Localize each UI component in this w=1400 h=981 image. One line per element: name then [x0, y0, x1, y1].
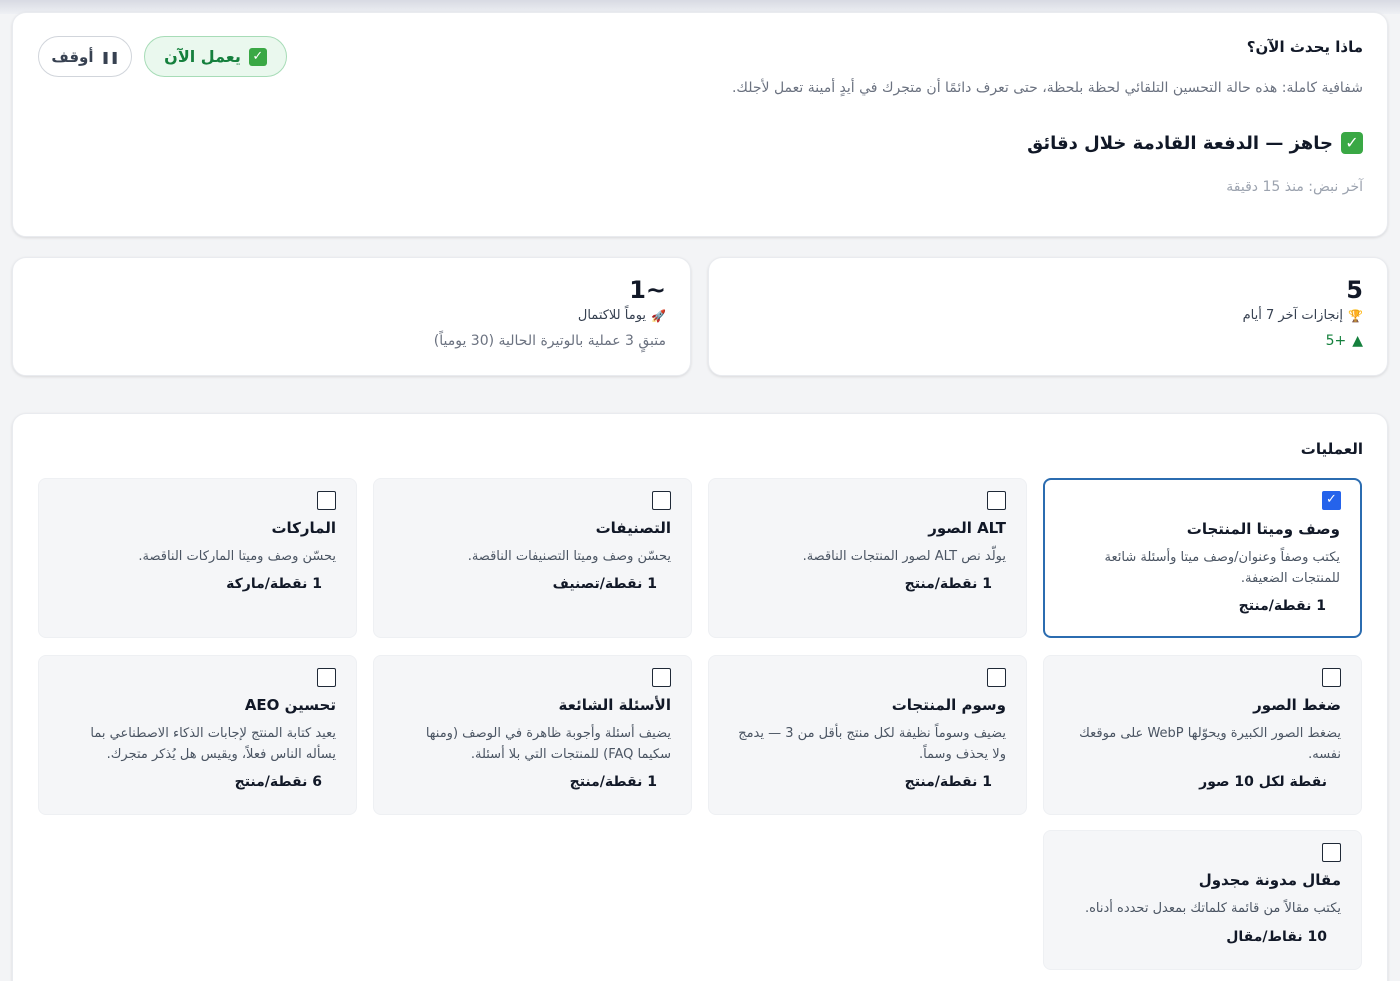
operation-name: تحسين AEO: [244, 696, 336, 714]
rocket-icon: 🚀: [651, 308, 666, 323]
arrow-up-icon: ▲: [1352, 333, 1363, 349]
operation-checkbox[interactable]: [1322, 843, 1341, 862]
achievements-value: 5: [1346, 276, 1363, 304]
achievements-stat-card: 5 🏆 إنجازات آخر 7 أيام ▲ +5: [708, 257, 1388, 376]
completion-value: ~1: [629, 276, 666, 304]
operation-image-compression[interactable]: ضغط الصور يضغط الصور الكبيرة ويحوّلها We…: [1043, 655, 1362, 815]
completion-label: 🚀 يوماً للاكتمال: [578, 308, 666, 323]
operation-scheduled-blog[interactable]: مقال مدونة مجدول يكتب مقالاً من قائمة كل…: [1043, 830, 1362, 970]
operation-checkbox[interactable]: [1322, 668, 1341, 687]
running-label: يعمل الآن: [164, 47, 241, 66]
achievements-label: 🏆 إنجازات آخر 7 أيام: [1243, 308, 1363, 323]
operation-faq[interactable]: الأسئلة الشائعة يضيف أسئلة وأجوبة ظاهرة …: [373, 655, 692, 815]
last-pulse: آخر نبض: منذ 15 دقيقة: [1226, 179, 1363, 195]
operation-desc: يضيف أسئلة وأجوبة ظاهرة في الوصف (ومنها …: [425, 726, 671, 762]
operation-desc: يكتب مقالاً من قائمة كلماتك بمعدل تحدده …: [1084, 901, 1341, 916]
operation-checkbox[interactable]: [987, 491, 1006, 510]
trophy-icon: 🏆: [1348, 308, 1363, 323]
achievements-delta: ▲ +5: [1326, 333, 1363, 349]
running-now-button[interactable]: ✓ يعمل الآن: [144, 36, 287, 77]
operation-cost: 1 نقطة/منتج: [904, 774, 992, 790]
operation-name: ALT الصور: [928, 519, 1006, 537]
operation-name: التصنيفات: [595, 519, 671, 537]
operation-product-tags[interactable]: وسوم المنتجات يضيف وسوماً نظيفة لكل منتج…: [708, 655, 1027, 815]
operation-name: وسوم المنتجات: [891, 696, 1006, 714]
operation-desc: يحسّن وصف وميتا الماركات الناقصة.: [138, 549, 336, 564]
operation-aeo[interactable]: تحسين AEO يعيد كتابة المنتج لإجابات الذك…: [38, 655, 357, 815]
operation-name: الأسئلة الشائعة: [558, 696, 672, 714]
operation-cost: 1 نقطة/ماركة: [226, 576, 322, 592]
operation-desc: يحسّن وصف وميتا التصنيفات الناقصة.: [467, 549, 671, 564]
achievements-label-text: إنجازات آخر 7 أيام: [1242, 308, 1344, 323]
pause-label: أوقف: [51, 47, 94, 66]
operation-image-alt[interactable]: ALT الصور يولّد نص ALT لصور المنتجات الن…: [708, 478, 1027, 638]
operation-checkbox[interactable]: ✓: [1322, 491, 1341, 510]
operation-brands[interactable]: الماركات يحسّن وصف وميتا الماركات الناقص…: [38, 478, 357, 638]
pause-icon: ❚❚: [100, 49, 120, 64]
status-state: ✓ جاهز — الدفعة القادمة خلال دقائق: [1027, 132, 1363, 154]
operation-desc: يكتب وصفاً وعنوان/وصف ميتا وأسئلة شائعة …: [1104, 550, 1340, 586]
check-icon: ✓: [1341, 132, 1363, 154]
operation-cost: 1 نقطة/منتج: [904, 576, 992, 592]
operation-cost: 1 نقطة/منتج: [1238, 598, 1326, 614]
operation-desc: يعيد كتابة المنتج لإجابات الذكاء الاصطنا…: [90, 726, 336, 762]
operation-cost: 1 نقطة/تصنيف: [552, 576, 657, 592]
operation-name: ضغط الصور: [1253, 696, 1341, 714]
operation-checkbox[interactable]: [987, 668, 1006, 687]
operation-desc: يضغط الصور الكبيرة ويحوّلها WebP على موق…: [1079, 726, 1341, 762]
operation-cost: 6 نقطة/منتج: [234, 774, 322, 790]
operation-name: وصف وميتا المنتجات: [1186, 520, 1340, 538]
achievements-delta-text: +5: [1325, 333, 1347, 349]
operation-cost: 10 نقاط/مقال: [1226, 929, 1327, 945]
operation-cost: 1 نقطة/منتج: [569, 774, 657, 790]
operation-cost: نقطة لكل 10 صور: [1199, 774, 1327, 790]
operation-name: الماركات: [271, 519, 336, 537]
operation-product-description[interactable]: ✓ وصف وميتا المنتجات يكتب وصفاً وعنوان/و…: [1043, 478, 1362, 638]
completion-stat-card: ~1 🚀 يوماً للاكتمال متبقٍ 3 عملية بالوتي…: [12, 257, 691, 376]
operation-checkbox[interactable]: [652, 491, 671, 510]
pause-button[interactable]: ❚❚ أوقف: [38, 36, 132, 77]
status-state-text: جاهز — الدفعة القادمة خلال دقائق: [1027, 132, 1333, 154]
operation-checkbox[interactable]: [652, 668, 671, 687]
operation-checkbox[interactable]: [317, 668, 336, 687]
operation-desc: يضيف وسوماً نظيفة لكل منتج بأقل من 3 — ي…: [738, 726, 1006, 762]
completion-label-text: يوماً للاكتمال: [577, 308, 647, 323]
operation-desc: يولّد نص ALT لصور المنتجات الناقصة.: [802, 549, 1006, 564]
operation-checkbox[interactable]: [317, 491, 336, 510]
operations-heading: العمليات: [1300, 440, 1363, 458]
completion-sub: متبقٍ 3 عملية بالوتيرة الحالية (30 يوميا…: [433, 333, 666, 349]
check-icon: ✓: [248, 47, 267, 66]
operation-name: مقال مدونة مجدول: [1198, 871, 1341, 889]
status-title: ماذا يحدث الآن؟: [1246, 38, 1363, 56]
operation-categories[interactable]: التصنيفات يحسّن وصف وميتا التصنيفات النا…: [373, 478, 692, 638]
operations-card: العمليات ✓ وصف وميتا المنتجات يكتب وصفاً…: [12, 413, 1388, 981]
status-card: ماذا يحدث الآن؟ شفافية كاملة: هذه حالة ا…: [12, 12, 1388, 237]
status-description: شفافية كاملة: هذه حالة التحسين التلقائي …: [731, 80, 1363, 96]
